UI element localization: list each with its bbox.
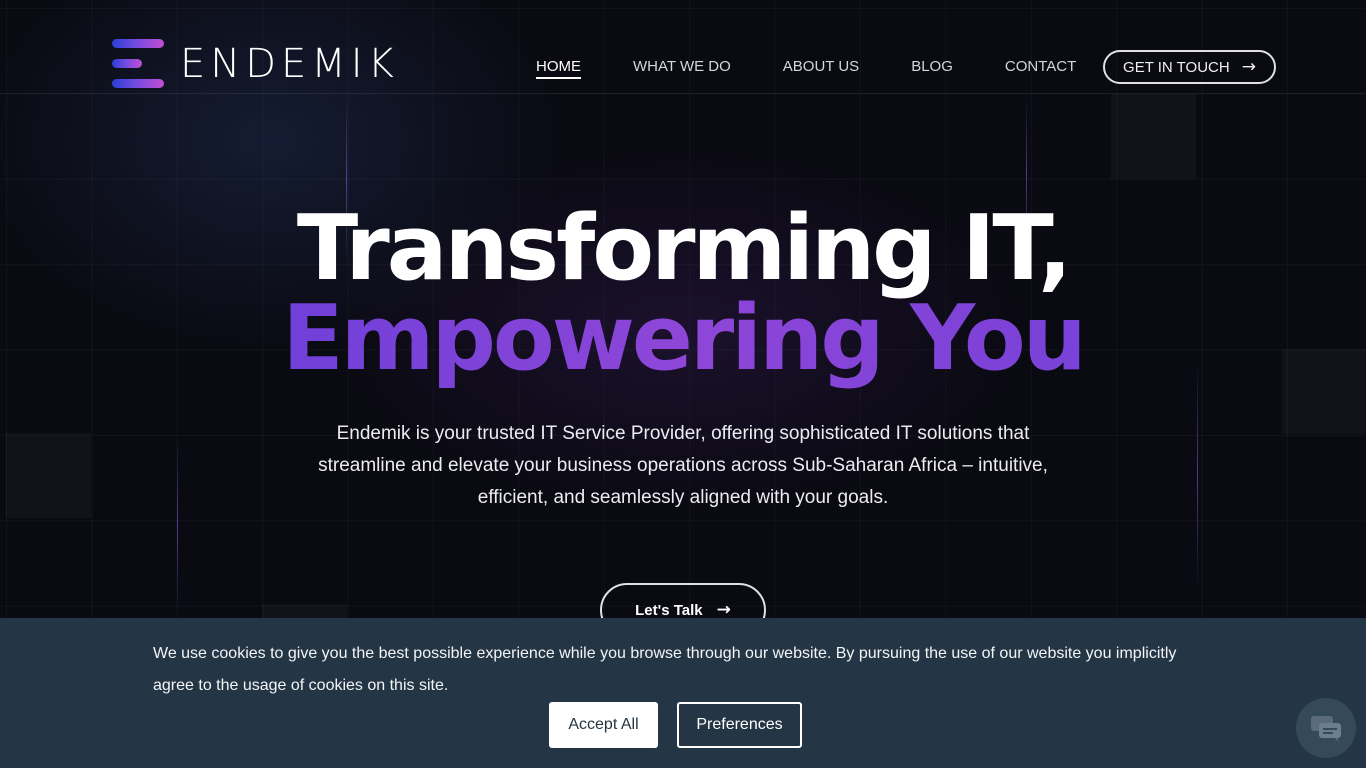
- hero-description: Endemik is your trusted IT Service Provi…: [318, 423, 1048, 508]
- cookie-message: We use cookies to give you the best poss…: [153, 645, 1177, 694]
- main-nav: HOME WHAT WE DO ABOUT US BLOG CONTACT: [536, 58, 1128, 79]
- preferences-button[interactable]: Preferences: [677, 702, 802, 748]
- nav-item-blog[interactable]: BLOG: [911, 58, 953, 79]
- hero-title-line-2: Empowering You: [0, 286, 1366, 391]
- background-tile: [1111, 94, 1196, 179]
- site-logo[interactable]: ENDEMIK: [112, 38, 399, 90]
- nav-item-home[interactable]: HOME: [536, 58, 581, 79]
- page: ENDEMIK HOME WHAT WE DO ABOUT US BLOG CO…: [0, 0, 1366, 768]
- endemik-logo-icon: [112, 38, 166, 90]
- chat-widget-button[interactable]: [1296, 698, 1356, 758]
- nav-item-contact[interactable]: CONTACT: [1005, 58, 1076, 79]
- background-tile: [6, 433, 91, 518]
- get-in-touch-button[interactable]: GET IN TOUCH →: [1103, 50, 1276, 84]
- accept-all-button[interactable]: Accept All: [549, 702, 658, 748]
- get-in-touch-label: GET IN TOUCH: [1123, 58, 1230, 76]
- arrow-right-icon: →: [1241, 56, 1256, 77]
- nav-item-what-we-do[interactable]: WHAT WE DO: [633, 58, 731, 79]
- lets-talk-label: Let's Talk: [635, 601, 703, 619]
- logo-wordmark: ENDEMIK: [180, 41, 399, 87]
- nav-item-about-us[interactable]: ABOUT US: [783, 58, 859, 79]
- background-line: [177, 440, 178, 610]
- background-line: [1197, 360, 1198, 590]
- site-header: ENDEMIK HOME WHAT WE DO ABOUT US BLOG CO…: [0, 0, 1366, 94]
- chat-bubble-icon: [1311, 716, 1341, 742]
- arrow-right-icon: →: [716, 599, 731, 620]
- cookie-banner: We use cookies to give you the best poss…: [0, 618, 1366, 768]
